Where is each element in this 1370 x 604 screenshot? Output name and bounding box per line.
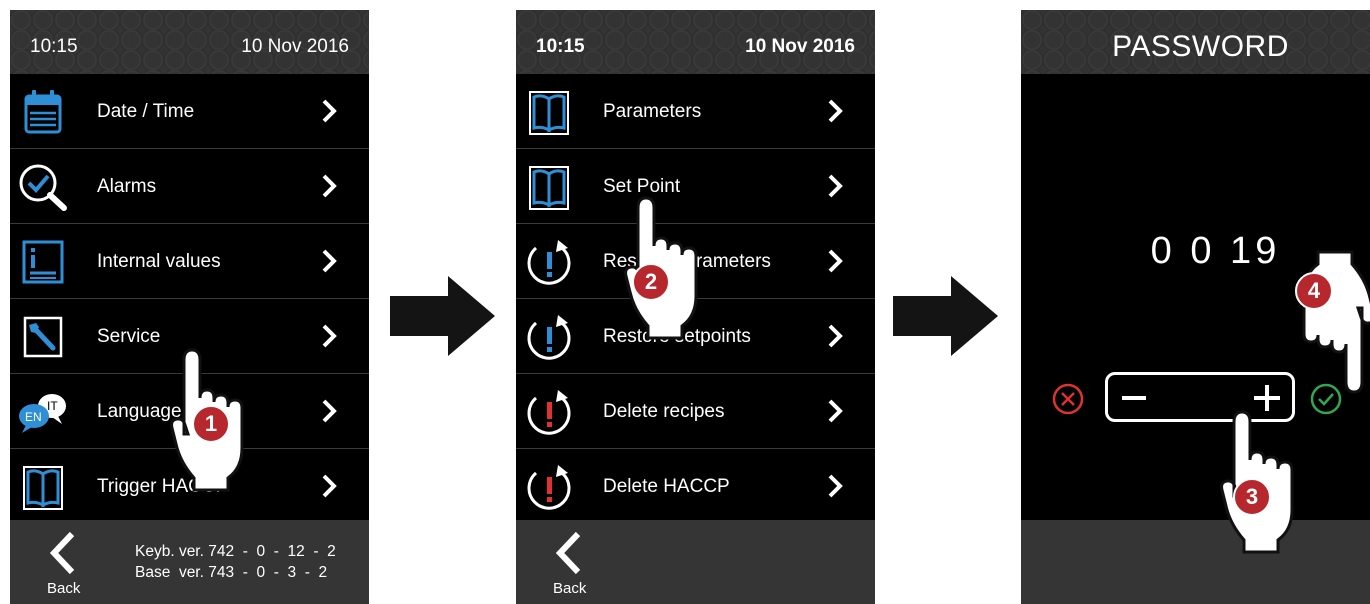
- calendar-icon: [24, 90, 62, 134]
- wrench-icon: [23, 316, 63, 358]
- chevron-right-icon: [322, 249, 337, 273]
- menu-item-label: Language: [97, 401, 182, 422]
- book-icon: [529, 166, 569, 210]
- clock-time: 10:15: [30, 36, 78, 57]
- chevron-right-icon: [322, 174, 337, 198]
- chevron-right-icon: [828, 399, 843, 423]
- step-badge-2: 2: [632, 263, 670, 301]
- chevron-right-icon: [828, 249, 843, 273]
- restore-red-icon: [527, 465, 571, 510]
- back-button[interactable]: Back: [40, 528, 90, 602]
- step-badge-1: 1: [192, 405, 230, 443]
- screen-service-menu: 10:15 10 Nov 2016 Parameters Set Point R…: [516, 10, 875, 604]
- restore-blue-icon: [527, 240, 571, 285]
- chevron-right-icon: [322, 324, 337, 348]
- footer-bar: Back: [516, 520, 875, 604]
- language-bubbles-icon: IT EN: [19, 394, 66, 433]
- footer-bar: [1021, 520, 1370, 604]
- book-icon: [23, 466, 63, 510]
- language-secondary-code: IT: [47, 399, 58, 413]
- chevron-right-icon: [322, 99, 337, 123]
- chevron-right-icon: [828, 324, 843, 348]
- pointing-hand-icon: [1220, 410, 1294, 554]
- status-bar: 10:15 10 Nov 2016: [10, 10, 369, 74]
- back-label: Back: [47, 580, 81, 597]
- screen-password: PASSWORD 0 0 19 4 3: [1021, 10, 1370, 604]
- flow-arrow-right-icon: [893, 276, 998, 356]
- chevron-right-icon: [828, 174, 843, 198]
- menu-item-label: Internal values: [97, 251, 221, 272]
- cancel-button[interactable]: [1051, 382, 1085, 416]
- status-bar: PASSWORD: [1021, 10, 1370, 74]
- menu-item-label: Delete recipes: [603, 401, 725, 422]
- menu-item-delete-haccp[interactable]: Delete HACCP: [516, 449, 875, 524]
- flow-arrow-right-icon: [390, 276, 495, 356]
- base-version: Base ver. 743 - 0 - 3 - 2: [135, 564, 328, 581]
- menu-item-label: Service: [97, 326, 161, 347]
- keyboard-version: Keyb. ver. 742 - 0 - 12 - 2: [135, 543, 336, 560]
- decrement-button[interactable]: [1122, 396, 1146, 400]
- menu-item-alarms[interactable]: Alarms: [10, 149, 369, 224]
- menu-item-date-time[interactable]: Date / Time: [10, 74, 369, 149]
- menu-item-label: Alarms: [97, 176, 157, 197]
- chevron-left-icon: [49, 531, 75, 575]
- footer-bar: Back Keyb. ver. 742 - 0 - 12 - 2 Base ve…: [10, 520, 369, 604]
- step-badge-3: 3: [1233, 478, 1271, 516]
- clock-date: 10 Nov 2016: [241, 36, 349, 57]
- status-bar: 10:15 10 Nov 2016: [516, 10, 875, 74]
- menu-item-label: Date / Time: [97, 101, 195, 122]
- menu-item-delete-recipes[interactable]: Delete recipes: [516, 374, 875, 449]
- back-button[interactable]: Back: [546, 528, 596, 602]
- back-label: Back: [553, 580, 587, 597]
- menu-item-label: Parameters: [603, 101, 702, 122]
- restore-blue-icon: [527, 315, 571, 360]
- chevron-right-icon: [322, 399, 337, 423]
- menu-item-label: Delete HACCP: [603, 476, 730, 497]
- pointing-hand-down-icon: [1302, 250, 1370, 394]
- clock-time: 10:15: [536, 36, 585, 57]
- page-title: PASSWORD: [1112, 30, 1289, 63]
- menu-item-parameters[interactable]: Parameters: [516, 74, 875, 149]
- screen-main-menu: 10:15 10 Nov 2016 Date / Time Alarms Int…: [10, 10, 369, 604]
- language-primary-code: EN: [25, 410, 42, 424]
- info-list-icon: [22, 240, 64, 284]
- chevron-right-icon: [828, 99, 843, 123]
- book-icon: [529, 91, 569, 135]
- step-badge-4: 4: [1295, 272, 1333, 310]
- chevron-left-icon: [555, 531, 581, 575]
- chevron-right-icon: [828, 474, 843, 498]
- magnifier-check-icon: [19, 164, 67, 211]
- restore-red-icon: [527, 390, 571, 435]
- clock-date: 10 Nov 2016: [745, 36, 855, 57]
- menu-item-internal-values[interactable]: Internal values: [10, 224, 369, 299]
- chevron-right-icon: [322, 474, 337, 498]
